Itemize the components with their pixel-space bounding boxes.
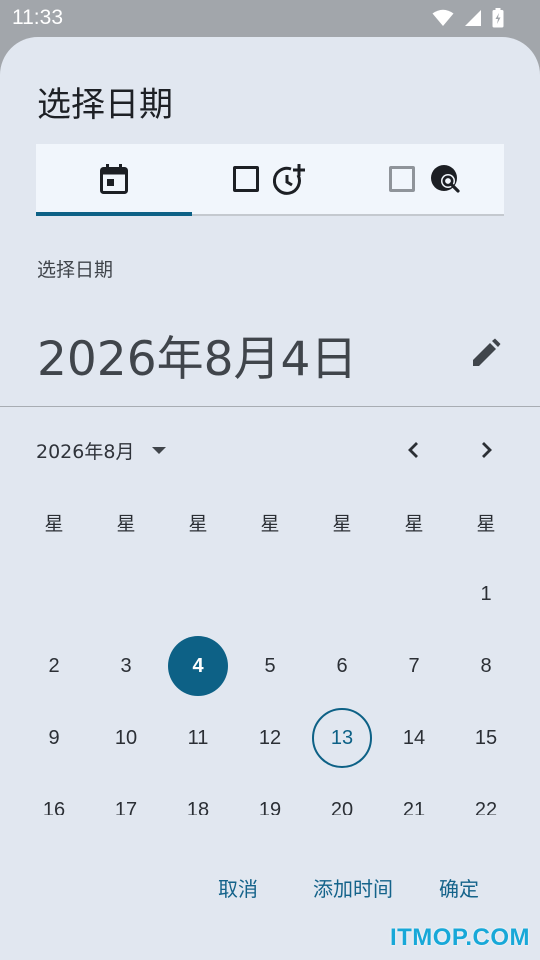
tab-indicator bbox=[36, 212, 192, 216]
weekday-header: 星 bbox=[404, 512, 424, 535]
battery-icon bbox=[492, 8, 504, 28]
cell-signal-icon bbox=[465, 10, 481, 26]
dialog-actions: 取消 添加时间 确定 bbox=[0, 873, 540, 903]
day-cell[interactable]: 14 bbox=[384, 708, 444, 768]
day-cell-selected[interactable]: 4 bbox=[168, 636, 228, 696]
day-cell[interactable]: 11 bbox=[168, 708, 228, 768]
watermark: ITMOP.COM bbox=[389, 924, 530, 951]
date-picker-dialog: 选择日期 选择日期 2026年8月4日 2026年8月 星 星 星 星 星 星 … bbox=[0, 37, 540, 960]
dropdown-arrow-icon bbox=[152, 447, 167, 454]
month-year-selector[interactable]: 2026年8月 bbox=[36, 433, 170, 467]
day-cell[interactable]: 5 bbox=[240, 636, 300, 696]
tab-timezone[interactable] bbox=[348, 144, 504, 214]
status-icons bbox=[432, 8, 504, 28]
next-month-button[interactable] bbox=[469, 433, 503, 467]
status-bar: 11:33 bbox=[0, 0, 540, 36]
dialog-title: 选择日期 bbox=[37, 85, 173, 125]
chevron-right-icon bbox=[482, 442, 492, 458]
weekday-header: 星 bbox=[332, 512, 352, 535]
globe-search-icon bbox=[431, 165, 460, 193]
day-cell[interactable]: 19 bbox=[240, 780, 300, 816]
calendar-icon bbox=[100, 164, 128, 194]
day-cell[interactable]: 21 bbox=[384, 780, 444, 816]
pencil-icon bbox=[473, 338, 501, 366]
header-divider bbox=[0, 406, 540, 407]
day-cell-today[interactable]: 13 bbox=[312, 708, 372, 768]
cancel-button[interactable]: 取消 bbox=[218, 873, 258, 902]
weekday-header: 星 bbox=[260, 512, 280, 535]
tab-time[interactable] bbox=[192, 144, 348, 214]
status-time: 11:33 bbox=[12, 6, 63, 29]
day-cell[interactable]: 15 bbox=[456, 708, 516, 768]
weekday-header: 星 bbox=[116, 512, 136, 535]
day-cell[interactable]: 1 bbox=[456, 564, 516, 624]
add-time-button[interactable]: 添加时间 bbox=[313, 873, 393, 902]
day-cell[interactable]: 2 bbox=[24, 636, 84, 696]
day-cell[interactable]: 3 bbox=[96, 636, 156, 696]
weekday-header: 星 bbox=[476, 512, 496, 535]
selected-date-heading: 2026年8月4日 bbox=[37, 332, 358, 387]
day-cell[interactable]: 7 bbox=[384, 636, 444, 696]
time-add-icon bbox=[273, 164, 305, 195]
weekday-header: 星 bbox=[44, 512, 64, 535]
timezone-checkbox[interactable] bbox=[389, 166, 415, 192]
month-year-label: 2026年8月 bbox=[36, 440, 135, 463]
day-cell[interactable]: 12 bbox=[240, 708, 300, 768]
time-checkbox[interactable] bbox=[233, 166, 259, 192]
weekday-header: 星 bbox=[188, 512, 208, 535]
tab-date[interactable] bbox=[36, 144, 192, 216]
day-cell[interactable]: 10 bbox=[96, 708, 156, 768]
picker-tabs bbox=[36, 144, 504, 216]
section-label: 选择日期 bbox=[37, 259, 114, 281]
previous-month-button[interactable] bbox=[397, 433, 431, 467]
edit-date-button[interactable] bbox=[466, 333, 506, 373]
wifi-icon bbox=[432, 9, 454, 26]
confirm-button[interactable]: 确定 bbox=[439, 873, 479, 902]
day-cell[interactable]: 22 bbox=[456, 780, 516, 816]
day-cell[interactable]: 18 bbox=[168, 780, 228, 816]
chevron-left-icon bbox=[408, 442, 418, 458]
day-cell[interactable]: 16 bbox=[24, 780, 84, 816]
day-cell[interactable]: 8 bbox=[456, 636, 516, 696]
day-cell[interactable]: 20 bbox=[312, 780, 372, 816]
day-cell[interactable]: 9 bbox=[24, 708, 84, 768]
calendar-grid: 星星星星星星星 1 2 3 4 5 6 7 8 9 10 11 12 13 14 15 16 17 18 19 20 21… bbox=[0, 492, 540, 816]
day-cell[interactable]: 6 bbox=[312, 636, 372, 696]
day-cell[interactable]: 17 bbox=[96, 780, 156, 816]
